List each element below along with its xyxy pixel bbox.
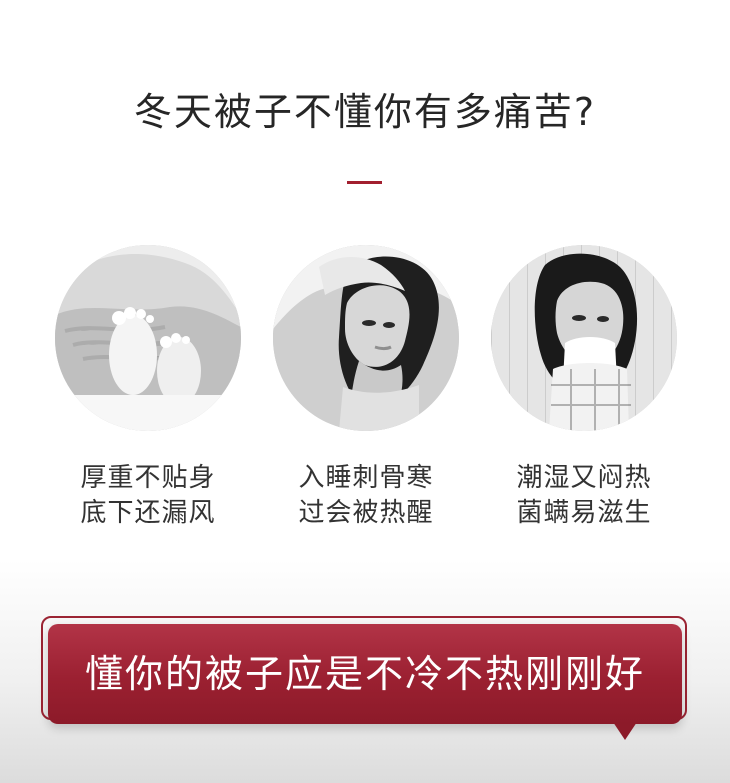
feature-caption-line1: 入睡刺骨寒 [298,463,434,493]
feature-card-cold: 入睡刺骨寒 过会被热醒 [273,245,459,531]
feature-caption-line1: 潮湿又闷热 [516,463,652,493]
feature-caption-line2: 底下还漏风 [80,498,216,528]
feature-caption-cold: 入睡刺骨寒 过会被热醒 [273,461,459,531]
woman-sneeze-illustration [491,245,677,431]
feature-image-woman-hot [273,245,459,431]
blanket-feet-illustration [55,245,241,431]
feature-caption-line2: 菌螨易滋生 [516,498,652,528]
feature-caption-line1: 厚重不贴身 [80,463,216,493]
cta-banner-text: 懂你的被子应是不冷不热刚刚好 [84,652,645,696]
feature-caption-damp: 潮湿又闷热 菌螨易滋生 [491,461,677,531]
feature-caption-line2: 过会被热醒 [298,498,434,528]
title-divider [347,181,382,184]
feature-caption-heavy: 厚重不贴身 底下还漏风 [55,461,241,531]
feature-image-blanket-feet [55,245,241,431]
cta-banner: 懂你的被子应是不冷不热刚刚好 [48,624,682,724]
feature-card-damp: 潮湿又闷热 菌螨易滋生 [491,245,677,531]
feature-card-heavy: 厚重不贴身 底下还漏风 [55,245,241,531]
woman-hot-illustration [273,245,459,431]
cta-pointer-icon [613,722,637,740]
feature-image-woman-sneeze [491,245,677,431]
page-headline: 冬天被子不懂你有多痛苦? [133,90,597,134]
